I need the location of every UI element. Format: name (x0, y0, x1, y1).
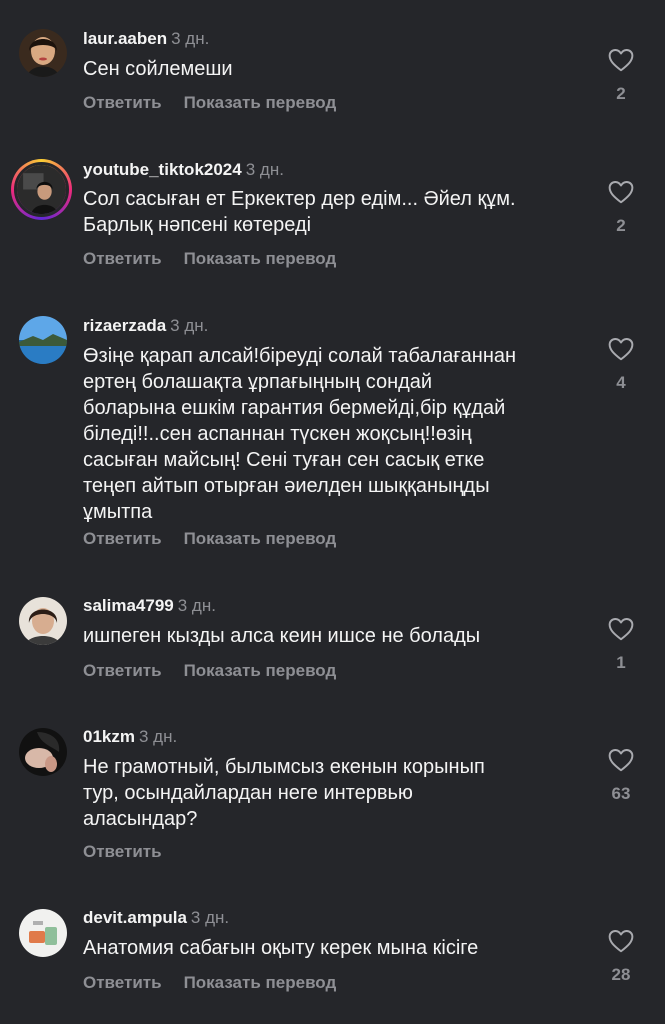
timestamp: 3 дн. (245, 160, 284, 179)
avatar-image (17, 165, 66, 214)
avatar[interactable] (19, 316, 67, 364)
heart-outline-icon (608, 49, 634, 72)
comment-actions: Ответить Показать перевод (83, 529, 336, 549)
like-count: 28 (611, 965, 631, 984)
reply-button[interactable]: Ответить (83, 973, 162, 992)
heart-outline-icon (608, 181, 634, 204)
like-button[interactable]: 4 (597, 337, 645, 393)
show-translation-button[interactable]: Показать перевод (184, 973, 337, 992)
comment-text: Сол сасыған ет Еркектер дер едім... Әйел… (83, 188, 516, 236)
avatar[interactable] (19, 728, 67, 776)
username[interactable]: 01kzm (83, 727, 135, 746)
heart-outline-icon (608, 618, 634, 641)
avatar[interactable] (19, 597, 67, 645)
like-count: 1 (616, 653, 626, 672)
comment-actions: Ответить (83, 842, 162, 862)
avatar-image (19, 29, 67, 77)
like-count: 63 (611, 784, 631, 803)
comment-text: ишпеген кызды алса кеин ишсе не болады (83, 625, 481, 647)
show-translation-button[interactable]: Показать перевод (184, 249, 337, 268)
username[interactable]: youtube_tiktok2024 (83, 160, 242, 179)
show-translation-button[interactable]: Показать перевод (184, 661, 337, 680)
comment-text: Сен сойлемеши (83, 58, 233, 80)
timestamp: 3 дн. (171, 29, 210, 48)
heart-outline-icon (608, 338, 634, 361)
avatar-image (19, 728, 67, 776)
comment-header: 01kzm 3 дн. (83, 727, 177, 747)
show-translation-button[interactable]: Показать перевод (184, 93, 337, 112)
username[interactable]: rizaerzada (83, 316, 166, 335)
comment-text: Не грамотный, былымсыз екенын корынып ту… (83, 756, 485, 830)
reply-button[interactable]: Ответить (83, 93, 162, 112)
like-count: 2 (616, 84, 626, 103)
comment-text: Анатомия сабағын оқыту керек мына кісіге (83, 937, 479, 959)
username[interactable]: devit.ampula (83, 908, 187, 927)
comment-actions: Ответить Показать перевод (83, 93, 336, 113)
reply-button[interactable]: Ответить (83, 529, 162, 548)
heart-outline-icon (608, 930, 634, 953)
like-button[interactable]: 2 (597, 48, 645, 104)
avatar-story-ring[interactable] (11, 159, 72, 220)
username[interactable]: laur.aaben (83, 29, 167, 48)
username[interactable]: salima4799 (83, 596, 174, 615)
comment-header: rizaerzada 3 дн. (83, 316, 208, 336)
heart-outline-icon (608, 749, 634, 772)
avatar-image (19, 909, 67, 957)
comment-actions: Ответить Показать перевод (83, 249, 336, 269)
avatar[interactable] (19, 29, 67, 77)
like-button[interactable]: 2 (597, 180, 645, 236)
timestamp: 3 дн. (190, 908, 230, 927)
reply-button[interactable]: Ответить (83, 249, 162, 268)
timestamp: 3 дн. (170, 316, 209, 335)
like-button[interactable]: 1 (597, 617, 645, 673)
comment-text: Өзіңе қарап алсай!біреуді солай табалаға… (83, 345, 517, 523)
avatar-image (19, 316, 67, 364)
comment-header: laur.aaben 3 дн. (83, 29, 209, 49)
reply-button[interactable]: Ответить (83, 842, 162, 861)
timestamp: 3 дн. (177, 596, 216, 615)
timestamp: 3 дн. (138, 727, 178, 746)
avatar[interactable] (19, 909, 67, 957)
comment-header: devit.ampula 3 дн. (83, 908, 229, 928)
like-count: 2 (616, 216, 626, 235)
show-translation-button[interactable]: Показать перевод (184, 529, 337, 548)
comment-actions: Ответить Показать перевод (83, 973, 336, 993)
like-count: 4 (616, 373, 626, 392)
like-button[interactable]: 63 (597, 748, 645, 804)
comment-header: youtube_tiktok2024 3 дн. (83, 160, 284, 180)
comment-header: salima4799 3 дн. (83, 596, 216, 616)
avatar-image (19, 597, 67, 645)
like-button[interactable]: 28 (597, 929, 645, 985)
comment-actions: Ответить Показать перевод (83, 661, 336, 681)
reply-button[interactable]: Ответить (83, 661, 162, 680)
